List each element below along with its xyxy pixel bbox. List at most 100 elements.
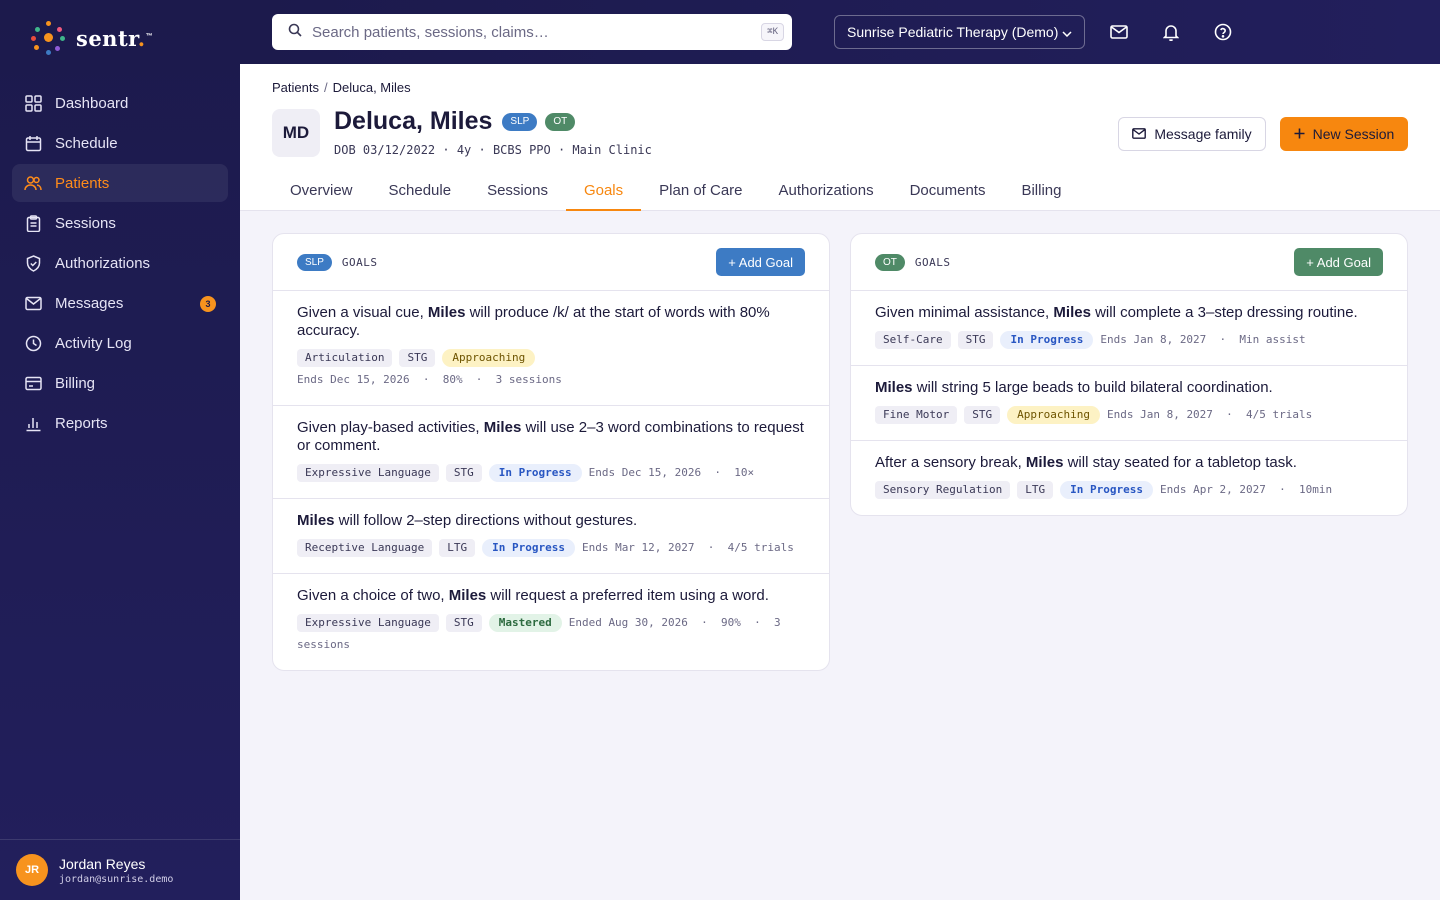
goal-text: Miles will follow 2–step directions with… — [297, 512, 638, 529]
tab-overview[interactable]: Overview — [272, 170, 371, 211]
discipline-badge-ot: OT — [545, 112, 576, 131]
sidebar-item-schedule[interactable]: Schedule — [12, 124, 228, 162]
goal-details: Ends Apr 2, 2027 · 10min — [1159, 483, 1333, 496]
breadcrumb-patients-link[interactable]: Patients — [272, 80, 319, 95]
clinic-selector[interactable]: Sunrise Pediatric Therapy (Demo) — [834, 15, 1085, 49]
add-goal-button[interactable]: + Add Goal — [716, 248, 805, 276]
message-family-button[interactable]: Message family — [1118, 117, 1266, 151]
sidebar-item-authorizations[interactable]: Authorizations — [12, 244, 228, 282]
sidebar-item-label: Activity Log — [55, 334, 132, 352]
domain-tag: Receptive Language — [297, 539, 433, 557]
message-family-label: Message family — [1154, 126, 1252, 142]
sidebar-item-patients[interactable]: Patients — [12, 164, 228, 202]
chevron-down-icon — [1062, 24, 1072, 40]
topbar: ⌘K Sunrise Pediatric Therapy (Demo) — [240, 0, 1440, 64]
clock-icon — [24, 334, 42, 352]
status-badge: Mastered — [488, 614, 562, 632]
status-badge: Approaching — [1007, 406, 1100, 424]
status-badge: In Progress — [482, 539, 575, 557]
brand-tm: ™ — [145, 32, 154, 40]
patient-avatar: MD — [272, 109, 320, 157]
user-name: Jordan Reyes — [59, 855, 146, 872]
logo-mark-icon — [28, 18, 68, 58]
goal-meta: Articulation STG Approaching Ends Dec 15, 2… — [297, 347, 805, 391]
clipboard-icon — [24, 214, 42, 232]
term-tag: STG — [445, 464, 482, 482]
domain-tag: Sensory Regulation — [875, 481, 1011, 499]
user-profile[interactable]: JR Jordan Reyes jordan@sunrise.demo — [0, 839, 240, 900]
term-tag: STG — [957, 331, 994, 349]
goal-text: Given minimal assistance, Miles will com… — [875, 304, 1358, 321]
search-bar[interactable]: ⌘K — [272, 14, 792, 50]
goal-item[interactable]: Given a visual cue, Miles will produce /… — [273, 291, 829, 406]
goal-item[interactable]: Miles will follow 2–step directions with… — [273, 499, 829, 574]
breadcrumb-current: Deluca, Miles — [332, 80, 411, 95]
sidebar-item-label: Schedule — [55, 134, 118, 152]
domain-tag: Articulation — [297, 349, 393, 367]
tab-plan-of-care[interactable]: Plan of Care — [641, 170, 760, 211]
plus-icon — [1294, 126, 1305, 142]
goal-text: After a sensory break, Miles will stay s… — [875, 454, 1297, 471]
status-badge: In Progress — [1000, 331, 1094, 349]
slp-goals-card: SLP GOALS + Add Goal Given a visual cue,… — [272, 233, 830, 671]
ot-goals-card: OT GOALS + Add Goal Given minimal assist… — [850, 233, 1408, 516]
clinic-name: Sunrise Pediatric Therapy (Demo) — [847, 24, 1059, 40]
goal-details: Ends Dec 15, 2026 · 80% · 3 sessions — [297, 373, 562, 386]
search-shortcut: ⌘K — [761, 23, 784, 41]
sidebar-item-billing[interactable]: Billing — [12, 364, 228, 402]
breadcrumb: Patients / Deluca, Miles — [272, 80, 411, 95]
term-tag: LTG — [439, 539, 476, 557]
goal-item[interactable]: Given play-based activities, Miles will … — [273, 406, 829, 499]
brand-logo[interactable]: sentr.™ — [28, 18, 153, 58]
mail-icon — [1132, 126, 1147, 142]
discipline-badge-slp: SLP — [297, 253, 332, 271]
domain-tag: Self-Care — [875, 331, 951, 349]
domain-tag: Expressive Language — [297, 464, 439, 482]
tab-schedule[interactable]: Schedule — [371, 170, 470, 211]
tab-documents[interactable]: Documents — [892, 170, 1004, 211]
sidebar-item-activity-log[interactable]: Activity Log — [12, 324, 228, 362]
tab-authorizations[interactable]: Authorizations — [761, 170, 892, 211]
domain-tag: Fine Motor — [875, 406, 958, 424]
goal-item[interactable]: Given a choice of two, Miles will reques… — [273, 574, 829, 670]
help-icon[interactable] — [1213, 22, 1233, 42]
search-input[interactable] — [312, 23, 732, 41]
goal-meta: Self-Care STG In Progress Ends Jan 8, 2027 … — [875, 329, 1383, 351]
messages-count-badge: 3 — [200, 296, 216, 312]
term-tag: STG — [399, 349, 436, 367]
sidebar-item-messages[interactable]: Messages 3 — [12, 284, 228, 322]
user-email: jordan@sunrise.demo — [59, 873, 174, 885]
users-icon — [24, 174, 42, 192]
card-icon — [24, 374, 42, 392]
sidebar-item-reports[interactable]: Reports — [12, 404, 228, 442]
term-tag: LTG — [1017, 481, 1054, 499]
card-heading: GOALS — [914, 255, 951, 269]
goal-item[interactable]: Miles will string 5 large beads to build… — [851, 366, 1407, 441]
tab-sessions[interactable]: Sessions — [469, 170, 566, 211]
mail-icon[interactable] — [1109, 22, 1129, 42]
page-title: Deluca, Miles — [334, 107, 493, 135]
shield-icon — [24, 254, 42, 272]
status-badge: Approaching — [442, 349, 536, 367]
goal-item[interactable]: After a sensory break, Miles will stay s… — [851, 441, 1407, 515]
sidebar-item-label: Authorizations — [55, 254, 151, 272]
new-session-label: New Session — [1312, 126, 1395, 142]
goal-item[interactable]: Given minimal assistance, Miles will com… — [851, 291, 1407, 366]
sidebar-item-sessions[interactable]: Sessions — [12, 204, 228, 242]
add-goal-button[interactable]: + Add Goal — [1294, 248, 1383, 276]
bar-chart-icon — [24, 414, 42, 432]
goal-details: Ends Jan 8, 2027 · Min assist — [1100, 333, 1306, 346]
tab-billing[interactable]: Billing — [1003, 170, 1079, 211]
goal-details: Ends Mar 12, 2027 · 4/5 trials — [581, 541, 794, 554]
new-session-button[interactable]: New Session — [1280, 117, 1408, 151]
patient-meta: DOB 03/12/2022 · 4y · BCBS PPO · Main Cl… — [334, 143, 652, 157]
bell-icon[interactable] — [1161, 22, 1181, 42]
sidebar-item-dashboard[interactable]: Dashboard — [12, 84, 228, 122]
term-tag: STG — [964, 406, 1001, 424]
tab-goals[interactable]: Goals — [565, 170, 642, 211]
grid-icon — [24, 94, 42, 112]
goal-meta: Expressive Language STG In Progress Ends De… — [297, 462, 805, 484]
goal-text: Given play-based activities, Miles will … — [297, 419, 804, 454]
sidebar-item-label: Dashboard — [55, 94, 129, 112]
term-tag: STG — [445, 614, 482, 632]
